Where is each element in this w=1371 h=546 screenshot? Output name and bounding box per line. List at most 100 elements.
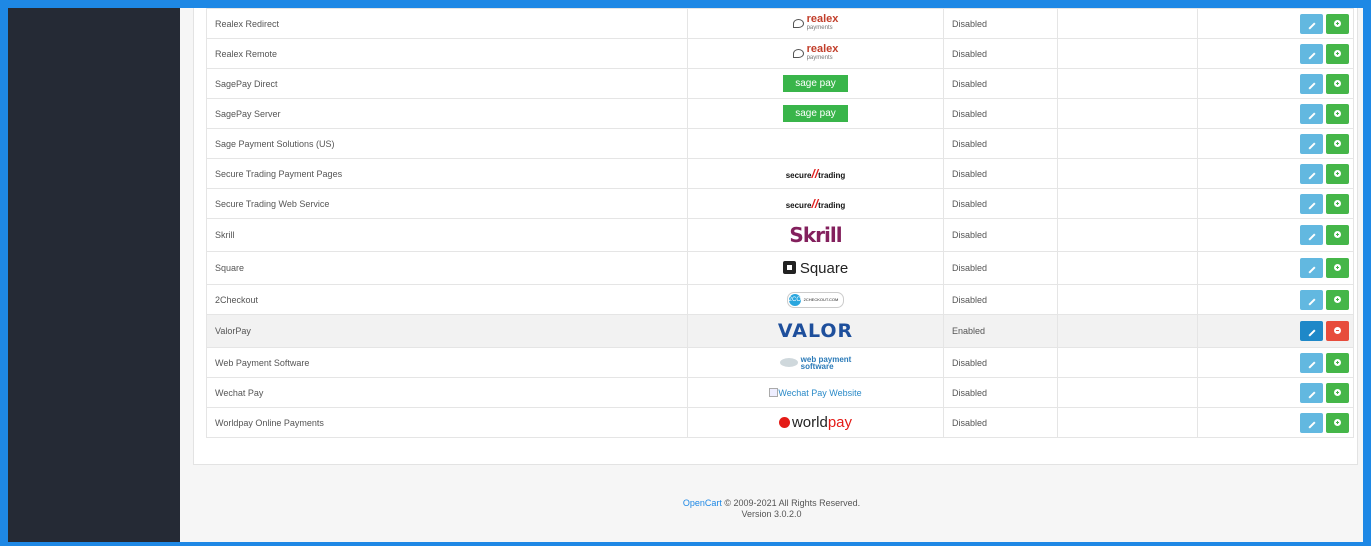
plus-circle-icon (1334, 358, 1341, 366)
edit-button[interactable] (1300, 163, 1323, 184)
plus-circle-icon (1334, 49, 1341, 57)
footer: OpenCart © 2009-2021 All Rights Reserved… (180, 498, 1363, 520)
status-text: Disabled (943, 98, 1058, 129)
action-cell (1197, 8, 1354, 39)
install-button[interactable] (1326, 133, 1349, 154)
install-button[interactable] (1326, 163, 1349, 184)
install-button[interactable] (1326, 43, 1349, 64)
plus-circle-icon (1334, 19, 1341, 27)
extensions-panel: Realex Redirect realex payments Disabled Rea… (193, 8, 1358, 465)
action-cell (1197, 128, 1354, 159)
pencil-icon (1307, 329, 1316, 337)
pencil-icon (1307, 360, 1316, 369)
status-text: Disabled (943, 128, 1058, 159)
edit-button[interactable] (1300, 193, 1323, 214)
edit-button[interactable] (1300, 352, 1323, 373)
uninstall-button[interactable] (1326, 321, 1349, 341)
plus-circle-icon (1334, 199, 1341, 207)
table-row: SagePay Server sage pay Disabled (206, 98, 1354, 129)
extension-name: Wechat Pay (206, 377, 688, 408)
edit-button[interactable] (1300, 382, 1323, 403)
sort-order-cell (1057, 98, 1198, 129)
action-cell (1197, 158, 1354, 189)
table-row: Wechat Pay Wechat Pay Website Disabled (206, 377, 1354, 408)
extension-name: Web Payment Software (206, 347, 688, 378)
secure-trading-logo: secure//trading (786, 197, 846, 211)
edit-button[interactable] (1300, 412, 1323, 433)
web-payment-software-logo: web payment software (779, 355, 851, 370)
install-button[interactable] (1326, 13, 1349, 34)
sort-order-cell (1057, 38, 1198, 69)
action-cell (1197, 377, 1354, 408)
2co-badge-icon: 2CO (788, 293, 801, 306)
pencil-icon (1307, 233, 1316, 241)
edit-button[interactable] (1300, 13, 1323, 34)
extension-name: Sage Payment Solutions (US) (206, 128, 688, 159)
install-button[interactable] (1326, 193, 1349, 214)
edit-button[interactable] (1300, 43, 1323, 64)
sort-order-cell (1057, 8, 1198, 39)
worldpay-globe-icon (778, 417, 790, 428)
extension-name: Realex Remote (206, 38, 688, 69)
install-button[interactable] (1326, 382, 1349, 403)
extension-name: SagePay Direct (206, 68, 688, 99)
extension-logo-cell: Square (687, 251, 944, 285)
extension-name: Worldpay Online Payments (206, 407, 688, 438)
extension-logo-cell: sage pay (687, 68, 944, 99)
pencil-icon (1307, 111, 1316, 120)
edit-button[interactable] (1300, 73, 1323, 94)
sort-order-cell (1057, 377, 1198, 408)
realex-logo: realex payments (792, 43, 838, 63)
edit-button[interactable] (1300, 258, 1323, 278)
status-text: Disabled (943, 407, 1058, 438)
sort-order-cell (1057, 128, 1198, 159)
action-cell (1197, 284, 1354, 315)
edit-button[interactable] (1300, 225, 1323, 245)
install-button[interactable] (1326, 103, 1349, 124)
logo-text: Square (799, 259, 849, 277)
edit-button[interactable] (1300, 321, 1323, 341)
valor-logo: VALOR (777, 320, 854, 342)
plus-circle-icon (1334, 418, 1341, 426)
pencil-icon (1307, 266, 1316, 274)
extension-logo-cell: sage pay (687, 98, 944, 129)
install-button[interactable] (1326, 352, 1349, 373)
secure-trading-logo: secure//trading (786, 167, 846, 181)
status-text: Disabled (943, 38, 1058, 69)
extension-logo-cell: secure//trading (687, 158, 944, 189)
edit-button[interactable] (1300, 133, 1323, 154)
status-text: Disabled (943, 347, 1058, 378)
extension-name: Skrill (206, 218, 688, 252)
edit-button[interactable] (1300, 289, 1323, 310)
logo-text-2: pay (827, 414, 853, 431)
extension-name: Square (206, 251, 688, 285)
opencart-link[interactable]: OpenCart (683, 498, 722, 508)
plus-circle-icon (1334, 295, 1341, 303)
skrill-logo: Skrill (789, 223, 842, 247)
pencil-icon (1307, 171, 1316, 180)
sort-order-cell (1057, 188, 1198, 219)
install-button[interactable] (1326, 73, 1349, 94)
extension-logo-cell: realex payments (687, 38, 944, 69)
install-button[interactable] (1326, 258, 1349, 278)
install-button[interactable] (1326, 412, 1349, 433)
table-row: ValorPay VALOR Enabled (206, 314, 1354, 348)
action-cell (1197, 347, 1354, 378)
logo-subtext: payments (806, 54, 833, 61)
wechat-logo-link[interactable]: Wechat Pay Website (769, 387, 862, 398)
install-button[interactable] (1326, 225, 1349, 245)
logo-subtext: payments (806, 24, 833, 31)
table-row: Worldpay Online Payments worldpay Disabled (206, 407, 1354, 438)
edit-button[interactable] (1300, 103, 1323, 124)
install-button[interactable] (1326, 289, 1349, 310)
extension-logo-cell: Wechat Pay Website (687, 377, 944, 408)
square-mark-icon (782, 260, 796, 274)
logo-text: 2CHECKOUT.COM (803, 296, 839, 302)
wps-mark-icon (779, 358, 798, 367)
extension-logo-cell: Skrill (687, 218, 944, 252)
realex-mark-icon (792, 49, 804, 58)
status-text: Enabled (943, 314, 1058, 348)
logo-alt-text: Wechat Pay Website (778, 387, 862, 398)
logo-text: secure (785, 200, 812, 210)
sort-order-cell (1057, 158, 1198, 189)
